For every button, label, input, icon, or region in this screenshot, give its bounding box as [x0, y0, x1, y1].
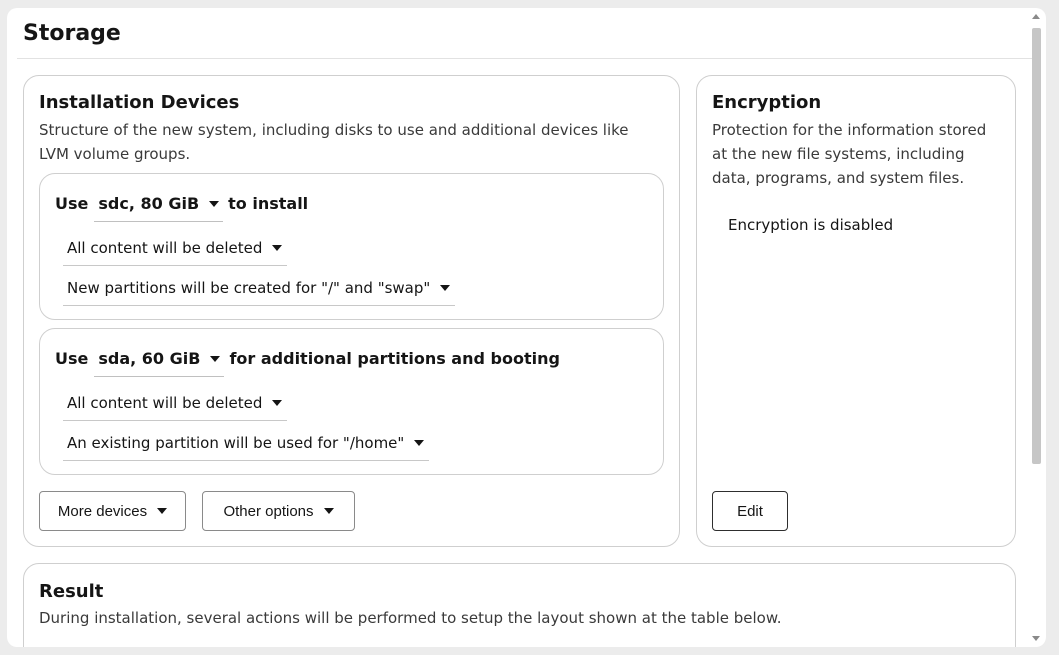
encryption-status: Encryption is disabled	[728, 216, 894, 234]
use-label: Use	[55, 349, 89, 368]
device-card-sda: Use sda, 60 GiB for additional partition…	[39, 328, 664, 475]
more-devices-label: More devices	[57, 502, 148, 520]
partition-action-select[interactable]: An existing partition will be used for "…	[63, 434, 430, 461]
caret-down-icon	[209, 200, 220, 207]
content-action-value: All content will be deleted	[67, 394, 263, 412]
result-title: Result	[39, 581, 104, 602]
edit-encryption-button[interactable]: Edit	[712, 491, 788, 531]
device-select-sda[interactable]: sda, 60 GiB	[94, 349, 225, 377]
scroll-thumb[interactable]	[1032, 28, 1041, 464]
caret-down-icon	[272, 245, 283, 251]
partition-action-select[interactable]: New partitions will be created for "/" a…	[63, 279, 456, 306]
partition-action-value: An existing partition will be used for "…	[67, 434, 405, 452]
device-card-sdc: Use sdc, 80 GiB to install All content w…	[39, 173, 664, 320]
scroll-down-arrow-icon[interactable]	[1032, 636, 1040, 641]
device-line: Use sda, 60 GiB for additional partition…	[55, 349, 560, 377]
device-purpose-label: for additional partitions and booting	[229, 349, 560, 368]
caret-down-icon	[414, 440, 425, 446]
title-divider	[17, 58, 1032, 59]
more-devices-button[interactable]: More devices	[39, 491, 186, 531]
encryption-description: Protection for the information stored at…	[712, 121, 987, 187]
caret-down-icon	[272, 400, 283, 406]
content-action-select[interactable]: All content will be deleted	[63, 394, 288, 421]
use-label: Use	[55, 194, 89, 213]
encryption-card: Encryption Protection for the informatio…	[696, 75, 1016, 547]
caret-down-icon	[323, 508, 334, 514]
caret-down-icon	[210, 355, 221, 362]
vertical-scrollbar[interactable]	[1031, 12, 1042, 643]
caret-down-icon	[440, 285, 451, 291]
partition-action-value: New partitions will be created for "/" a…	[67, 279, 431, 297]
storage-window: Storage Installation Devices Structure o…	[7, 8, 1046, 647]
content-action-value: All content will be deleted	[67, 239, 263, 257]
installation-devices-card: Installation Devices Structure of the ne…	[23, 75, 680, 547]
result-card: Result During installation, several acti…	[23, 563, 1016, 647]
edit-label: Edit	[737, 502, 763, 520]
caret-down-icon	[157, 508, 168, 514]
page-title: Storage	[23, 21, 121, 46]
device-select-value: sda, 60 GiB	[98, 349, 201, 368]
other-options-label: Other options	[223, 502, 314, 520]
scroll-up-arrow-icon[interactable]	[1032, 14, 1040, 19]
installation-devices-description: Structure of the new system, including d…	[39, 121, 629, 163]
device-purpose-label: to install	[228, 194, 309, 213]
other-options-button[interactable]: Other options	[202, 491, 355, 531]
encryption-title: Encryption	[712, 92, 822, 113]
device-select-value: sdc, 80 GiB	[98, 194, 200, 213]
installation-devices-title: Installation Devices	[39, 92, 240, 113]
content-action-select[interactable]: All content will be deleted	[63, 239, 288, 266]
device-select-sdc[interactable]: sdc, 80 GiB	[94, 194, 224, 222]
result-description: During installation, several actions wil…	[39, 609, 782, 627]
device-line: Use sdc, 80 GiB to install	[55, 194, 309, 222]
